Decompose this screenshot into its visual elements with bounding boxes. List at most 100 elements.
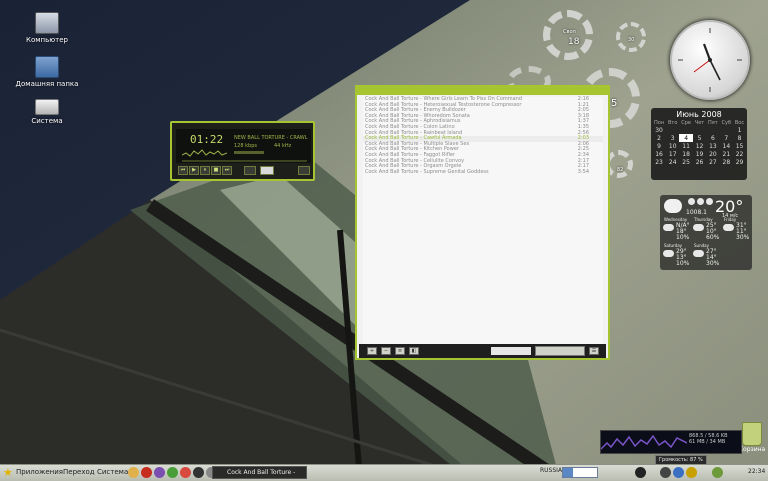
calendar-grid: Пон Вто Сре Чет Пят Суб Вос 30 1 2 3 4 5 6 7 8 9 10 11 12 1…: [652, 120, 746, 166]
net-value: 82: [617, 167, 624, 173]
calendar-day[interactable]: 20: [706, 150, 720, 158]
calendar-day[interactable]: [706, 126, 720, 134]
calendar-day[interactable]: 19: [693, 150, 706, 158]
calendar-day[interactable]: 17: [666, 150, 679, 158]
playlist-list-button[interactable]: ☰: [589, 347, 599, 355]
media-icon[interactable]: [193, 467, 204, 478]
calendar-day[interactable]: 29: [733, 158, 746, 166]
calendar-weekday: Чет: [694, 120, 705, 126]
calendar-day[interactable]: 9: [652, 142, 666, 150]
playlist-window[interactable]: Cock And Ball Torture - Where Girls Lear…: [355, 85, 610, 360]
desktop-icon-system[interactable]: Система: [12, 99, 82, 125]
stop-button[interactable]: ■: [211, 166, 221, 175]
pressure-value: 1008.1: [686, 209, 707, 216]
calendar-day[interactable]: 12: [693, 142, 706, 150]
messenger-icon[interactable]: [154, 467, 165, 478]
eject-button[interactable]: [244, 166, 256, 175]
seek-bar[interactable]: [182, 160, 307, 162]
pause-button[interactable]: ⏸: [200, 166, 210, 175]
repeat-button[interactable]: [298, 166, 310, 175]
calendar-day[interactable]: [666, 126, 679, 134]
calendar-day[interactable]: 4: [679, 134, 693, 142]
volume-icon[interactable]: [635, 467, 646, 478]
volume-slider[interactable]: [234, 151, 264, 154]
playlist-titlebar[interactable]: [357, 87, 608, 95]
calendar-day[interactable]: 16: [652, 150, 666, 158]
playlist-misc-button[interactable]: ◧: [409, 347, 419, 355]
calendar-day[interactable]: 23: [652, 158, 666, 166]
menu-system[interactable]: Система: [97, 468, 128, 476]
desktop-icon-computer[interactable]: Компьютер: [12, 12, 82, 44]
calendar-day[interactable]: 10: [666, 142, 679, 150]
visualizer: [182, 149, 227, 157]
calendar-day[interactable]: 6: [706, 134, 720, 142]
updates-icon[interactable]: [686, 467, 697, 478]
calendar-day[interactable]: 28: [720, 158, 733, 166]
calendar-day[interactable]: [720, 126, 733, 134]
taskbar-window-player[interactable]: Cock And Ball Torture -: [212, 466, 307, 479]
next-button[interactable]: ⏭: [222, 166, 232, 175]
menu-places[interactable]: Переход: [63, 468, 95, 476]
menu-applications[interactable]: Приложения: [16, 468, 63, 476]
calendar-day[interactable]: 26: [693, 158, 706, 166]
calendar-day[interactable]: 21: [720, 150, 733, 158]
desktop-icon-home-folder[interactable]: Домашняя папка: [12, 56, 82, 88]
bluetooth-icon[interactable]: [673, 467, 684, 478]
calendar-day[interactable]: 2: [652, 134, 666, 142]
calendar-day[interactable]: 18: [679, 150, 693, 158]
cpu-value: 30: [628, 37, 635, 43]
playlist-remove-button[interactable]: −: [381, 347, 391, 355]
calendar-day[interactable]: [679, 126, 693, 134]
calendar-day[interactable]: 14: [720, 142, 733, 150]
netmon-line-2: 61 MB / 34 MB: [689, 439, 726, 445]
browser-icon[interactable]: [141, 467, 152, 478]
calendar-day[interactable]: 15: [733, 142, 746, 150]
forecast-precip: 30%: [736, 234, 750, 241]
track-title: Cock And Ball Torture - Supreme Genital …: [365, 168, 489, 175]
player-controls: ⏮ ▶ ⏸ ■ ⏭: [176, 166, 311, 176]
playlist-add-button[interactable]: +: [367, 347, 377, 355]
playlist-tracks[interactable]: Cock And Ball Torture - Where Girls Lear…: [363, 96, 603, 345]
forecast-cloud-icon: [723, 224, 734, 231]
calendar-day[interactable]: 5: [693, 134, 706, 142]
calendar-day[interactable]: 7: [720, 134, 733, 142]
shuffle-button[interactable]: [260, 166, 274, 175]
calendar-day[interactable]: 27: [706, 158, 720, 166]
calendar-day[interactable]: [693, 126, 706, 134]
calendar-day[interactable]: 11: [679, 142, 693, 150]
calendar-day[interactable]: 8: [733, 134, 746, 142]
calendar-day[interactable]: 30: [652, 126, 666, 134]
editor-icon[interactable]: [167, 467, 178, 478]
forecast-day: Saturday 29° 13° 10%: [662, 243, 692, 267]
network-graph: [601, 434, 687, 450]
audio-player-window[interactable]: 01:22 NEW BALL TORTURE - CRAWL ARMED 128…: [170, 121, 315, 181]
file-manager-icon[interactable]: [128, 467, 139, 478]
calendar-day[interactable]: 25: [679, 158, 693, 166]
drive-icon: [35, 99, 59, 115]
calendar-day[interactable]: 22: [733, 150, 746, 158]
player-display: 01:22 NEW BALL TORTURE - CRAWL ARMED 128…: [176, 129, 311, 163]
calendar-day[interactable]: 13: [706, 142, 720, 150]
play-button[interactable]: ▶: [189, 166, 199, 175]
playlist-mini-controls[interactable]: [535, 346, 585, 356]
calendar-day[interactable]: 1: [733, 126, 746, 134]
star-menu-icon[interactable]: ★: [3, 466, 13, 479]
calendar-weekday: Вто: [668, 120, 678, 126]
panel-clock[interactable]: 22:34: [748, 468, 765, 475]
forecast-day: Friday 31° 11° 30%: [722, 217, 752, 241]
graphics-icon[interactable]: [180, 467, 191, 478]
disk-ring-widget: [543, 10, 593, 60]
network-icon[interactable]: [660, 467, 671, 478]
calendar-day[interactable]: 24: [666, 158, 679, 166]
bottom-panel: ★ Приложения Переход Система Cock And Ba…: [0, 464, 768, 481]
analog-clock-widget: [670, 20, 750, 100]
sun-cloud-icon: [664, 199, 682, 213]
calendar-weekday: Сре: [681, 120, 691, 126]
previous-button[interactable]: ⏮: [178, 166, 188, 175]
battery-icon[interactable]: [712, 467, 723, 478]
playlist-track[interactable]: Cock And Ball Torture - Supreme Genital …: [363, 168, 603, 176]
calendar-day[interactable]: 3: [666, 134, 679, 142]
playlist-select-button[interactable]: ≡: [395, 347, 405, 355]
desktop-icon-trash[interactable]: Корзина: [738, 422, 766, 453]
workspace-active[interactable]: [563, 468, 573, 477]
